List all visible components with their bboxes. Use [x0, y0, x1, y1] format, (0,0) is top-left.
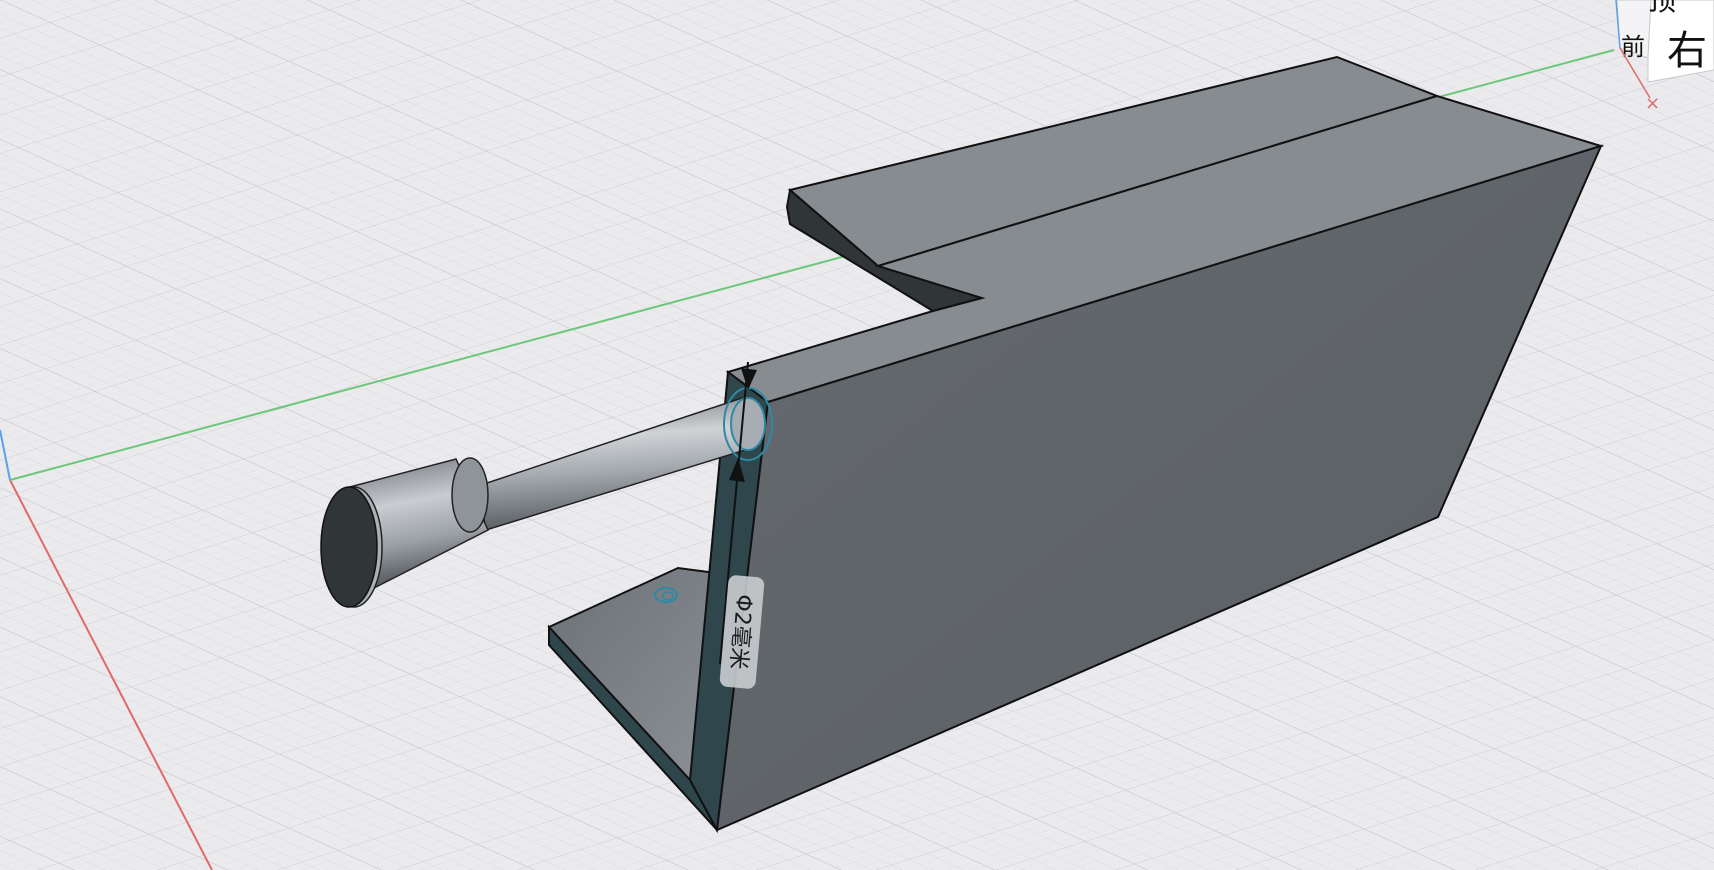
- 3d-viewport[interactable]: Φ2毫米 顶 右 前 ×: [0, 0, 1714, 870]
- view-cube-x-label: ×: [1645, 93, 1660, 114]
- view-cube-right-label[interactable]: 右: [1667, 28, 1707, 74]
- model-scene[interactable]: Φ2毫米 顶 右 前 ×: [0, 0, 1714, 870]
- knob-back-rim: [451, 457, 489, 533]
- knob-front-face[interactable]: [320, 486, 378, 608]
- shaft-end-ring[interactable]: [730, 397, 766, 451]
- view-cube-top-label[interactable]: 顶: [1648, 0, 1676, 17]
